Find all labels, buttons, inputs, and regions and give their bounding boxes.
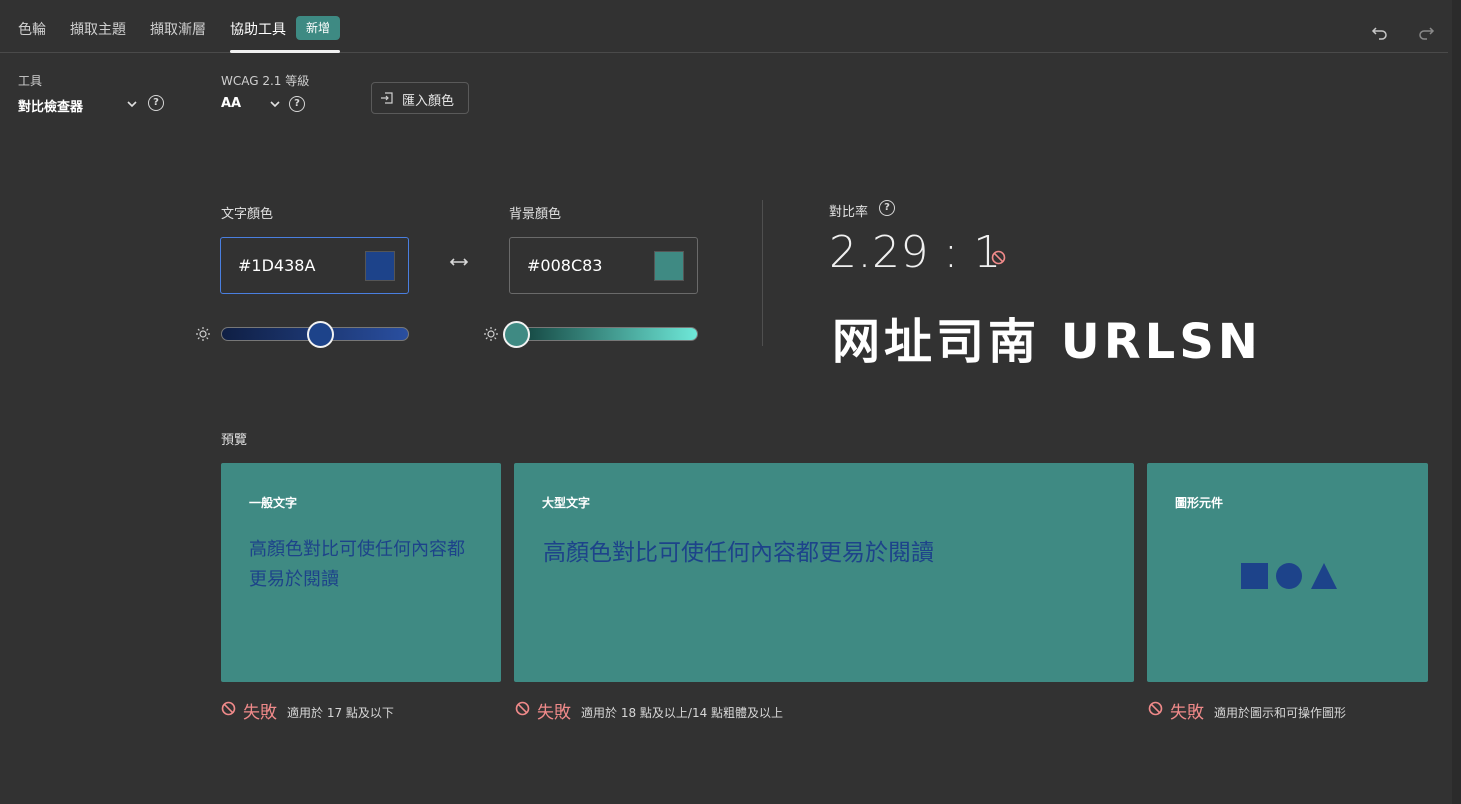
- active-tab-indicator: [230, 50, 340, 53]
- result-note: 適用於圖示和可操作圖形: [1214, 706, 1347, 720]
- bg-brightness-handle[interactable]: [503, 321, 530, 348]
- help-icon[interactable]: ?: [148, 95, 164, 111]
- swap-colors-icon[interactable]: [449, 255, 469, 269]
- fail-icon: [221, 701, 236, 716]
- card-sample-text: 高顏色對比可使任何內容都更易於閱讀: [543, 540, 934, 566]
- preview-label: 預覽: [221, 433, 248, 448]
- new-badge: 新增: [296, 16, 340, 40]
- help-icon[interactable]: ?: [289, 96, 305, 112]
- circle-icon: [1276, 563, 1302, 589]
- card-title: 大型文字: [542, 496, 591, 510]
- divider: [762, 200, 763, 346]
- tool-dropdown[interactable]: 對比檢查器: [18, 96, 83, 115]
- bg-color-hex: #008C83: [527, 256, 603, 275]
- text-color-input[interactable]: #1D438A: [220, 237, 409, 294]
- fail-icon: [515, 701, 530, 716]
- preview-card-large-text: 大型文字 高顏色對比可使任何內容都更易於閱讀: [514, 463, 1134, 682]
- bg-color-input[interactable]: #008C83: [509, 237, 698, 294]
- contrast-ratio-label: 對比率: [829, 205, 869, 220]
- wcag-dropdown[interactable]: AA: [221, 96, 241, 111]
- result-status: 失敗: [243, 703, 277, 723]
- triangle-icon: [1311, 563, 1337, 589]
- chevron-down-icon[interactable]: [126, 98, 138, 110]
- top-nav: 色輪 擷取主題 擷取漸層 協助工具 新增: [0, 0, 1448, 53]
- sample-shapes: [1241, 563, 1337, 589]
- text-color-label: 文字顏色: [221, 207, 274, 222]
- result-note: 適用於 18 點及以上/14 點粗體及以上: [581, 706, 784, 720]
- brightness-icon: [196, 327, 210, 341]
- help-icon[interactable]: ?: [879, 200, 895, 216]
- import-icon: [381, 92, 393, 104]
- tab-accessibility[interactable]: 協助工具: [230, 19, 286, 39]
- brightness-icon: [484, 327, 498, 341]
- text-color-hex: #1D438A: [238, 256, 316, 275]
- tool-label: 工具: [18, 74, 43, 88]
- redo-icon[interactable]: [1416, 22, 1436, 42]
- import-colors-button[interactable]: 匯入顏色: [371, 82, 469, 114]
- bg-color-swatch[interactable]: [654, 251, 684, 281]
- watermark-text: 网址司南 URLSN: [832, 314, 1262, 370]
- result-status: 失敗: [1170, 703, 1204, 723]
- undo-icon[interactable]: [1370, 22, 1390, 42]
- preview-card-normal-text: 一般文字 高顏色對比可使任何內容都更易於閱讀: [221, 463, 501, 682]
- tab-extract-gradient[interactable]: 擷取漸層: [150, 19, 206, 39]
- contrast-ratio-value: 2.29 : 1: [829, 227, 1002, 278]
- bg-color-label: 背景顏色: [509, 207, 562, 222]
- card-title: 一般文字: [249, 496, 298, 510]
- tab-color-wheel[interactable]: 色輪: [18, 19, 46, 39]
- text-brightness-handle[interactable]: [307, 321, 334, 348]
- window-edge: [1452, 0, 1461, 804]
- wcag-label: WCAG 2.1 等級: [221, 74, 310, 88]
- card-title: 圖形元件: [1175, 496, 1224, 510]
- result-status: 失敗: [537, 703, 571, 723]
- tab-extract-theme[interactable]: 擷取主題: [70, 19, 126, 39]
- result-note: 適用於 17 點及以下: [287, 706, 394, 720]
- chevron-down-icon[interactable]: [269, 98, 281, 110]
- preview-card-graphics: 圖形元件: [1147, 463, 1428, 682]
- text-color-swatch[interactable]: [365, 251, 395, 281]
- fail-icon: [1148, 701, 1163, 716]
- bg-brightness-slider[interactable]: [509, 327, 698, 341]
- import-colors-label: 匯入顏色: [402, 94, 455, 109]
- square-icon: [1241, 563, 1268, 589]
- card-sample-text: 高顏色對比可使任何內容都更易於閱讀: [249, 539, 465, 590]
- fail-icon: [991, 250, 1006, 265]
